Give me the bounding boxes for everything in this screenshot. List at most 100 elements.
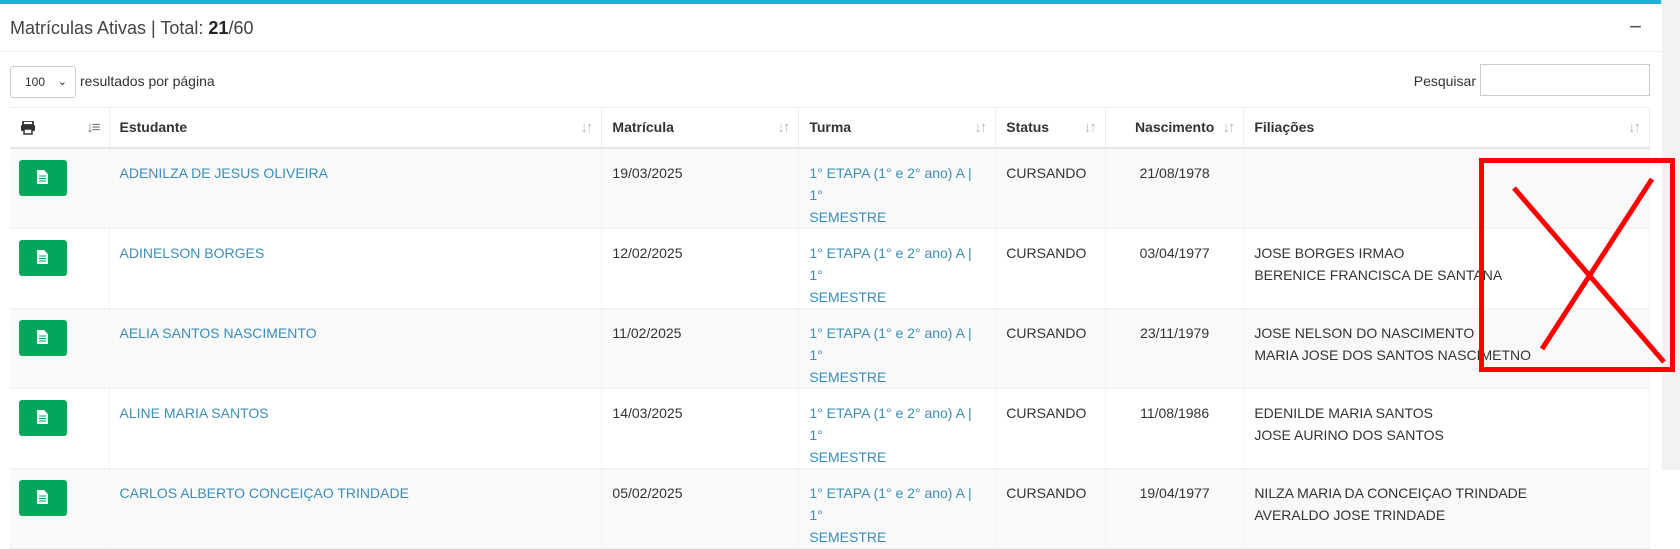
student-link[interactable]: CARLOS ALBERTO CONCEIÇAO TRINDADE <box>120 485 409 501</box>
cell-nascimento: 23/11/1979 <box>1105 308 1245 389</box>
sort-icon[interactable]: ↓↑ <box>1084 119 1097 136</box>
student-link[interactable]: ADENILZA DE JESUS OLIVEIRA <box>120 165 329 181</box>
filiacao-1: JOSE BORGES IRMAO <box>1254 244 1405 261</box>
column-nascimento[interactable]: Nascimento ↓↑ <box>1105 107 1245 149</box>
document-button[interactable] <box>19 319 67 356</box>
turma-line-2: SEMESTRE <box>809 528 887 545</box>
column-status[interactable]: Status ↓↑ <box>995 107 1106 149</box>
turma-line-1: 1° ETAPA (1° e 2° ano) A | 1° <box>809 324 972 363</box>
student-link[interactable]: AELIA SANTOS NASCIMENTO <box>120 325 317 341</box>
cell-estudante: CARLOS ALBERTO CONCEIÇAO TRINDADE <box>109 468 603 549</box>
column-label: Matrícula <box>612 119 674 136</box>
cell-nascimento: 19/04/1977 <box>1105 468 1245 549</box>
filiacao-2: BERENICE FRANCISCA DE SANTANA <box>1254 266 1503 283</box>
cell-estudante: ADINELSON BORGES <box>109 228 603 309</box>
cell-estudante: ALINE MARIA SANTOS <box>109 388 603 469</box>
sort-icon[interactable]: ↓↑ <box>1222 119 1235 136</box>
turma-link[interactable]: 1° ETAPA (1° e 2° ano) A | 1° SEMESTRE <box>809 405 971 465</box>
turma-line-2: SEMESTRE <box>809 208 887 225</box>
turma-link[interactable]: 1° ETAPA (1° e 2° ano) A | 1° SEMESTRE <box>809 245 971 305</box>
turma-line-2: SEMESTRE <box>809 368 887 385</box>
turma-line-1: 1° ETAPA (1° e 2° ano) A | 1° <box>809 484 972 523</box>
student-link[interactable]: ALINE MARIA SANTOS <box>120 405 269 421</box>
cell-turma: 1° ETAPA (1° e 2° ano) A | 1° SEMESTRE <box>798 388 997 469</box>
total-count: /60 <box>228 18 254 38</box>
file-icon <box>37 169 48 184</box>
cell-turma: 1° ETAPA (1° e 2° ano) A | 1° SEMESTRE <box>798 468 997 549</box>
file-icon <box>37 489 48 504</box>
table-row: AELIA SANTOS NASCIMENTO 11/02/2025 1° ET… <box>10 308 1650 389</box>
cell-status: CURSANDO <box>995 308 1106 389</box>
cell-matricula: 05/02/2025 <box>601 468 800 549</box>
column-estudante[interactable]: Estudante ↓↑ <box>109 107 603 149</box>
cell-turma: 1° ETAPA (1° e 2° ano) A | 1° SEMESTRE <box>798 308 997 389</box>
turma-line-1: 1° ETAPA (1° e 2° ano) A | 1° <box>809 404 972 443</box>
filiacao-2: AVERALDO JOSE TRINDADE <box>1254 506 1446 523</box>
cell-action <box>10 388 110 469</box>
document-button[interactable] <box>19 159 67 196</box>
document-button[interactable] <box>19 239 67 276</box>
turma-line-1: 1° ETAPA (1° e 2° ano) A | 1° <box>809 244 972 283</box>
sort-icon[interactable]: ↓↑ <box>777 119 790 136</box>
cell-nascimento: 03/04/1977 <box>1105 228 1245 309</box>
sort-asc-icon[interactable]: ↓≡ <box>86 119 100 136</box>
turma-link[interactable]: 1° ETAPA (1° e 2° ano) A | 1° SEMESTRE <box>809 485 971 545</box>
column-turma[interactable]: Turma ↓↑ <box>798 107 997 149</box>
title-text: Matrículas Ativas | Total: <box>10 18 209 38</box>
document-button[interactable] <box>19 479 67 516</box>
collapse-button[interactable]: − <box>1629 14 1642 40</box>
red-x-annotation <box>1479 158 1675 372</box>
total-active-count: 21 <box>208 18 229 38</box>
column-label: Nascimento <box>1134 119 1215 136</box>
enrollments-table: ↓≡ Estudante ↓↑ Matrícula ↓↑ Turma ↓↑ Statu… <box>10 107 1650 549</box>
student-link[interactable]: ADINELSON BORGES <box>120 245 265 261</box>
cell-nascimento: 21/08/1978 <box>1105 147 1245 229</box>
filiacao-1: JOSE NELSON DO NASCIMENTO <box>1254 324 1475 341</box>
table-row: CARLOS ALBERTO CONCEIÇAO TRINDADE 05/02/… <box>10 468 1650 549</box>
box-title: Matrículas Ativas | Total: 21/60 <box>10 18 253 39</box>
cell-status: CURSANDO <box>995 228 1106 309</box>
turma-link[interactable]: 1° ETAPA (1° e 2° ano) A | 1° SEMESTRE <box>809 325 971 385</box>
cell-matricula: 12/02/2025 <box>601 228 800 309</box>
search-label: Pesquisar <box>1413 73 1476 89</box>
column-matricula[interactable]: Matrícula ↓↑ <box>601 107 800 149</box>
cell-matricula: 11/02/2025 <box>601 308 800 389</box>
search-input[interactable] <box>1480 64 1650 96</box>
turma-line-1: 1° ETAPA (1° e 2° ano) A | 1° <box>809 164 972 203</box>
column-print[interactable]: ↓≡ <box>10 107 110 149</box>
cell-turma: 1° ETAPA (1° e 2° ano) A | 1° SEMESTRE <box>798 147 997 229</box>
page-length-select[interactable]: 100 ⌄ <box>10 66 76 98</box>
cell-estudante: ADENILZA DE JESUS OLIVEIRA <box>109 147 603 229</box>
cell-matricula: 14/03/2025 <box>601 388 800 469</box>
cell-estudante: AELIA SANTOS NASCIMENTO <box>109 308 603 389</box>
x-mark-icon <box>1512 177 1666 364</box>
sort-icon[interactable]: ↓↑ <box>1628 119 1641 136</box>
filiacao-2: JOSE AURINO DOS SANTOS <box>1254 426 1444 443</box>
print-icon <box>21 121 35 135</box>
cell-action <box>10 468 110 549</box>
column-label: Filiações <box>1254 119 1315 136</box>
document-button[interactable] <box>19 399 67 436</box>
cell-action <box>10 308 110 389</box>
page-length-value: 100 <box>25 75 46 89</box>
cell-status: CURSANDO <box>995 468 1106 549</box>
file-icon <box>37 409 48 424</box>
cell-status: CURSANDO <box>995 388 1106 469</box>
table-row: ADENILZA DE JESUS OLIVEIRA 19/03/2025 1°… <box>10 147 1650 229</box>
turma-link[interactable]: 1° ETAPA (1° e 2° ano) A | 1° SEMESTRE <box>809 165 971 225</box>
cell-action <box>10 147 110 229</box>
table-row: ALINE MARIA SANTOS 14/03/2025 1° ETAPA (… <box>10 388 1650 469</box>
column-filiacoes[interactable]: Filiações ↓↑ <box>1243 107 1650 149</box>
turma-line-2: SEMESTRE <box>809 288 887 305</box>
sort-icon[interactable]: ↓↑ <box>974 119 987 136</box>
cell-filiacoes: EDENILDE MARIA SANTOS JOSE AURINO DOS SAN… <box>1243 388 1650 469</box>
cell-filiacoes: NILZA MARIA DA CONCEIÇAO TRINDADE AVERALD… <box>1243 468 1650 549</box>
cell-status: CURSANDO <box>995 147 1106 229</box>
turma-line-2: SEMESTRE <box>809 448 887 465</box>
file-icon <box>37 249 48 264</box>
sort-icon[interactable]: ↓↑ <box>580 119 593 136</box>
filiacao-1: EDENILDE MARIA SANTOS <box>1254 404 1433 421</box>
column-label: Estudante <box>119 119 188 136</box>
cell-nascimento: 11/08/1986 <box>1105 388 1245 469</box>
table-row: ADINELSON BORGES 12/02/2025 1° ETAPA (1°… <box>10 228 1650 309</box>
